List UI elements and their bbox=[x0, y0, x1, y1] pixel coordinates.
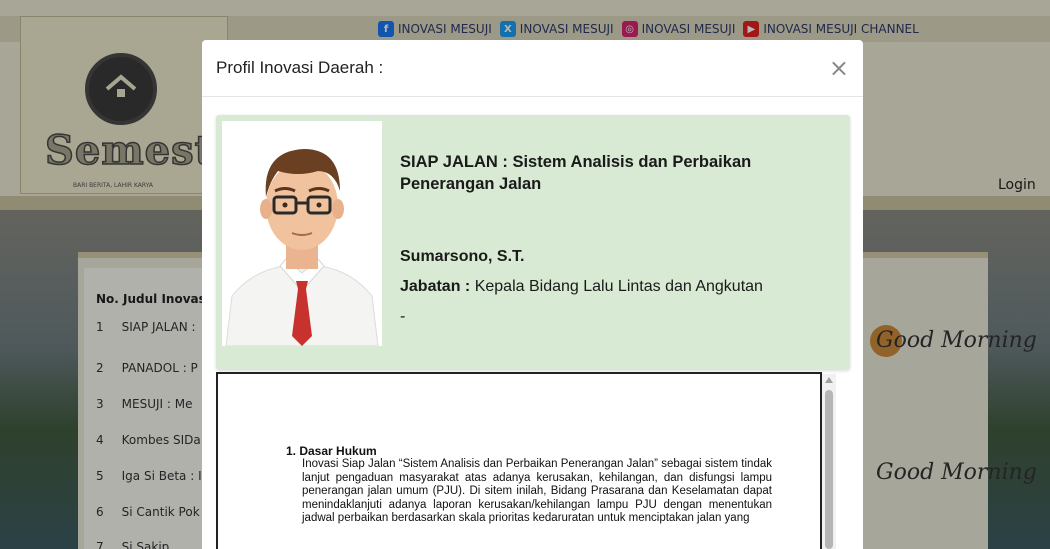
profile-card: SIAP JALAN : Sistem Analisis dan Perbaik… bbox=[216, 115, 850, 370]
document-scrollbar[interactable] bbox=[822, 374, 836, 549]
extra-info: - bbox=[400, 308, 406, 325]
avatar bbox=[222, 121, 382, 346]
position-value: Kepala Bidang Lalu Lintas dan Angkutan bbox=[474, 278, 763, 295]
modal-header: Profil Inovasi Daerah : × bbox=[202, 40, 863, 97]
close-icon[interactable]: × bbox=[829, 56, 849, 80]
modal-title: Profil Inovasi Daerah : bbox=[216, 58, 384, 77]
profile-modal: Profil Inovasi Daerah : × SIAP JALAN: S… bbox=[202, 40, 863, 549]
scrollbar-thumb[interactable] bbox=[825, 390, 833, 549]
innovation-title: SIAP JALAN : Sistem Analisis dan Perbaik… bbox=[400, 153, 752, 193]
document-body: Inovasi Siap Jalan “Sistem Analisis dan … bbox=[302, 458, 772, 524]
person-position: Jabatan : Kepala Bidang Lalu Lintas dan … bbox=[400, 278, 763, 296]
position-label: Jabatan : bbox=[400, 278, 471, 295]
document-heading: 1. Dasar Hukum bbox=[286, 444, 377, 458]
person-name: Sumarsono, S.T. bbox=[400, 248, 525, 265]
document-viewer[interactable]: 1. Dasar Hukum Inovasi Siap Jalan “Siste… bbox=[216, 372, 822, 549]
scroll-up-icon[interactable] bbox=[825, 377, 833, 383]
